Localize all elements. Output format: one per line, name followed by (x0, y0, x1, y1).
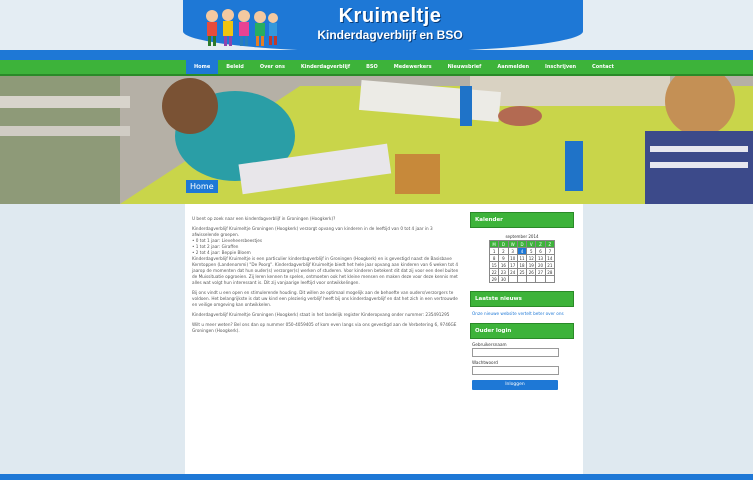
main-paragraph: Kinderdagverblijf Kruimeltje Groningen (… (192, 226, 433, 237)
calendar-day[interactable]: 24 (507, 268, 518, 276)
calendar-day[interactable]: 5 (526, 247, 537, 255)
main-paragraph: Kinderdagverblijf Kruimeltje is een part… (192, 256, 459, 285)
site-name: Kruimeltje (338, 5, 442, 27)
nav-item-home[interactable]: Home (186, 60, 219, 74)
nav-item-nieuwsbrief[interactable]: Nieuwsbrief (440, 60, 490, 74)
footer-stripe (0, 474, 753, 480)
header-stripe (0, 50, 753, 60)
calendar-day[interactable]: 13 (535, 254, 546, 262)
password-label: Wachtwoord (472, 360, 498, 365)
nav-item-beleid[interactable]: Beleid (218, 60, 252, 74)
calendar-day[interactable]: 29 (488, 275, 500, 283)
main-paragraph: Kinderdagverblijf Kruimeltje Groningen (… (192, 312, 450, 317)
classroom-photo-icon (0, 76, 753, 204)
calendar-day[interactable]: 21 (544, 261, 556, 269)
calendar-heading: Kalender (470, 212, 574, 228)
calendar-weekday: V (526, 240, 537, 248)
calendar-day[interactable]: 6 (535, 247, 546, 255)
calendar-day[interactable]: 12 (526, 254, 537, 262)
calendar-day (507, 275, 518, 283)
calendar-day[interactable]: 4 (516, 247, 528, 255)
calendar-day (544, 275, 556, 283)
calendar-day[interactable]: 19 (526, 261, 537, 269)
calendar-day[interactable]: 30 (498, 275, 509, 283)
nav-item-kinderdagverblijf[interactable]: Kinderdagverblijf (293, 60, 358, 74)
calendar-day[interactable]: 25 (516, 268, 528, 276)
calendar-day[interactable]: 2 (498, 247, 509, 255)
calendar-day[interactable]: 9 (498, 254, 509, 262)
calendar-day[interactable]: 1 (488, 247, 500, 255)
nav-item-inschrijven[interactable]: Inschrijven (537, 60, 584, 74)
nav-item-bso[interactable]: BSO (358, 60, 386, 74)
calendar-weekday: D (516, 240, 528, 248)
calendar-day (526, 275, 537, 283)
password-input[interactable] (472, 366, 559, 375)
kids-logo-icon (206, 9, 278, 46)
calendar-day[interactable]: 7 (544, 247, 556, 255)
site-subtitle: Kinderdagverblijf en BSO (317, 28, 463, 42)
main-nav: Home Beleid Over ons Kinderdagverblijf BSO Me… (0, 60, 753, 76)
login-form: Gebruikersnaam Wachtwoord Inloggen (470, 342, 574, 390)
nav-item-contact[interactable]: Contact (584, 60, 622, 74)
calendar-day[interactable]: 14 (544, 254, 556, 262)
calendar-weekday: Z (544, 240, 556, 248)
login-button[interactable]: Inloggen (472, 380, 558, 390)
calendar-day[interactable]: 16 (498, 261, 509, 269)
calendar-table: M D W D V Z Z 1 2 3 4 5 6 7 8 9 10 11 12 13 14 15 16 17 18 19 20 21… (488, 240, 556, 283)
nav-item-medewerkers[interactable]: Medewerkers (386, 60, 440, 74)
nav-item-over-ons[interactable]: Over ons (252, 60, 293, 74)
main-paragraph: Wilt u meer weten? Bel ons dan op nummer… (192, 322, 457, 333)
calendar-day[interactable]: 23 (498, 268, 509, 276)
news-list: Onze nieuwe website vertelt beter over o… (472, 311, 574, 317)
main-paragraph: Bij ons vindt u een open en stimulerende… (192, 290, 458, 307)
calendar-weekday: M (488, 240, 500, 248)
news-heading: Laatste nieuws (470, 291, 574, 307)
banner-image (0, 76, 753, 204)
main-nav-items: Home Beleid Over ons Kinderdagverblijf BSO Me… (186, 60, 622, 74)
calendar-widget: september 2014 M D W D V Z Z 1 2 3 4 5 6 7 8 9 10 11 12 13 1… (488, 234, 556, 283)
calendar-day[interactable]: 18 (516, 261, 528, 269)
main-paragraph: U bent op zoek naar een kinderdagverblij… (192, 216, 336, 221)
calendar-day[interactable]: 10 (507, 254, 518, 262)
username-label: Gebruikersnaam (472, 342, 507, 347)
calendar-day[interactable]: 8 (488, 254, 500, 262)
calendar-day[interactable]: 3 (507, 247, 518, 255)
sidebar: Kalender september 2014 MDWDVZZ123456789… (470, 212, 574, 390)
calendar-month[interactable]: september 2014 (489, 234, 555, 239)
calendar-day (516, 275, 528, 283)
calendar-day[interactable]: 26 (526, 268, 537, 276)
banner-page-label: Home (186, 180, 218, 193)
calendar-day[interactable]: 22 (488, 268, 500, 276)
username-input[interactable] (472, 348, 559, 357)
calendar-day[interactable]: 28 (544, 268, 556, 276)
calendar-weekday: D (498, 240, 509, 248)
nav-item-aanmelden[interactable]: Aanmelden (489, 60, 537, 74)
calendar-day (535, 275, 546, 283)
calendar-day[interactable]: 17 (507, 261, 518, 269)
calendar-weekday: Z (535, 240, 546, 248)
calendar-weekday: W (507, 240, 518, 248)
calendar-day[interactable]: 11 (516, 254, 528, 262)
calendar-day[interactable]: 20 (535, 261, 546, 269)
login-heading: Ouder login (470, 323, 574, 339)
calendar-day[interactable]: 27 (535, 268, 546, 276)
site-title: Kruimeltje Kinderdagverblijf en BSO (300, 4, 480, 42)
main-text: U bent op zoek naar een kinderdagverblij… (192, 216, 460, 338)
calendar-day[interactable]: 15 (488, 261, 500, 269)
news-link[interactable]: Onze nieuwe website vertelt beter over o… (472, 311, 574, 317)
